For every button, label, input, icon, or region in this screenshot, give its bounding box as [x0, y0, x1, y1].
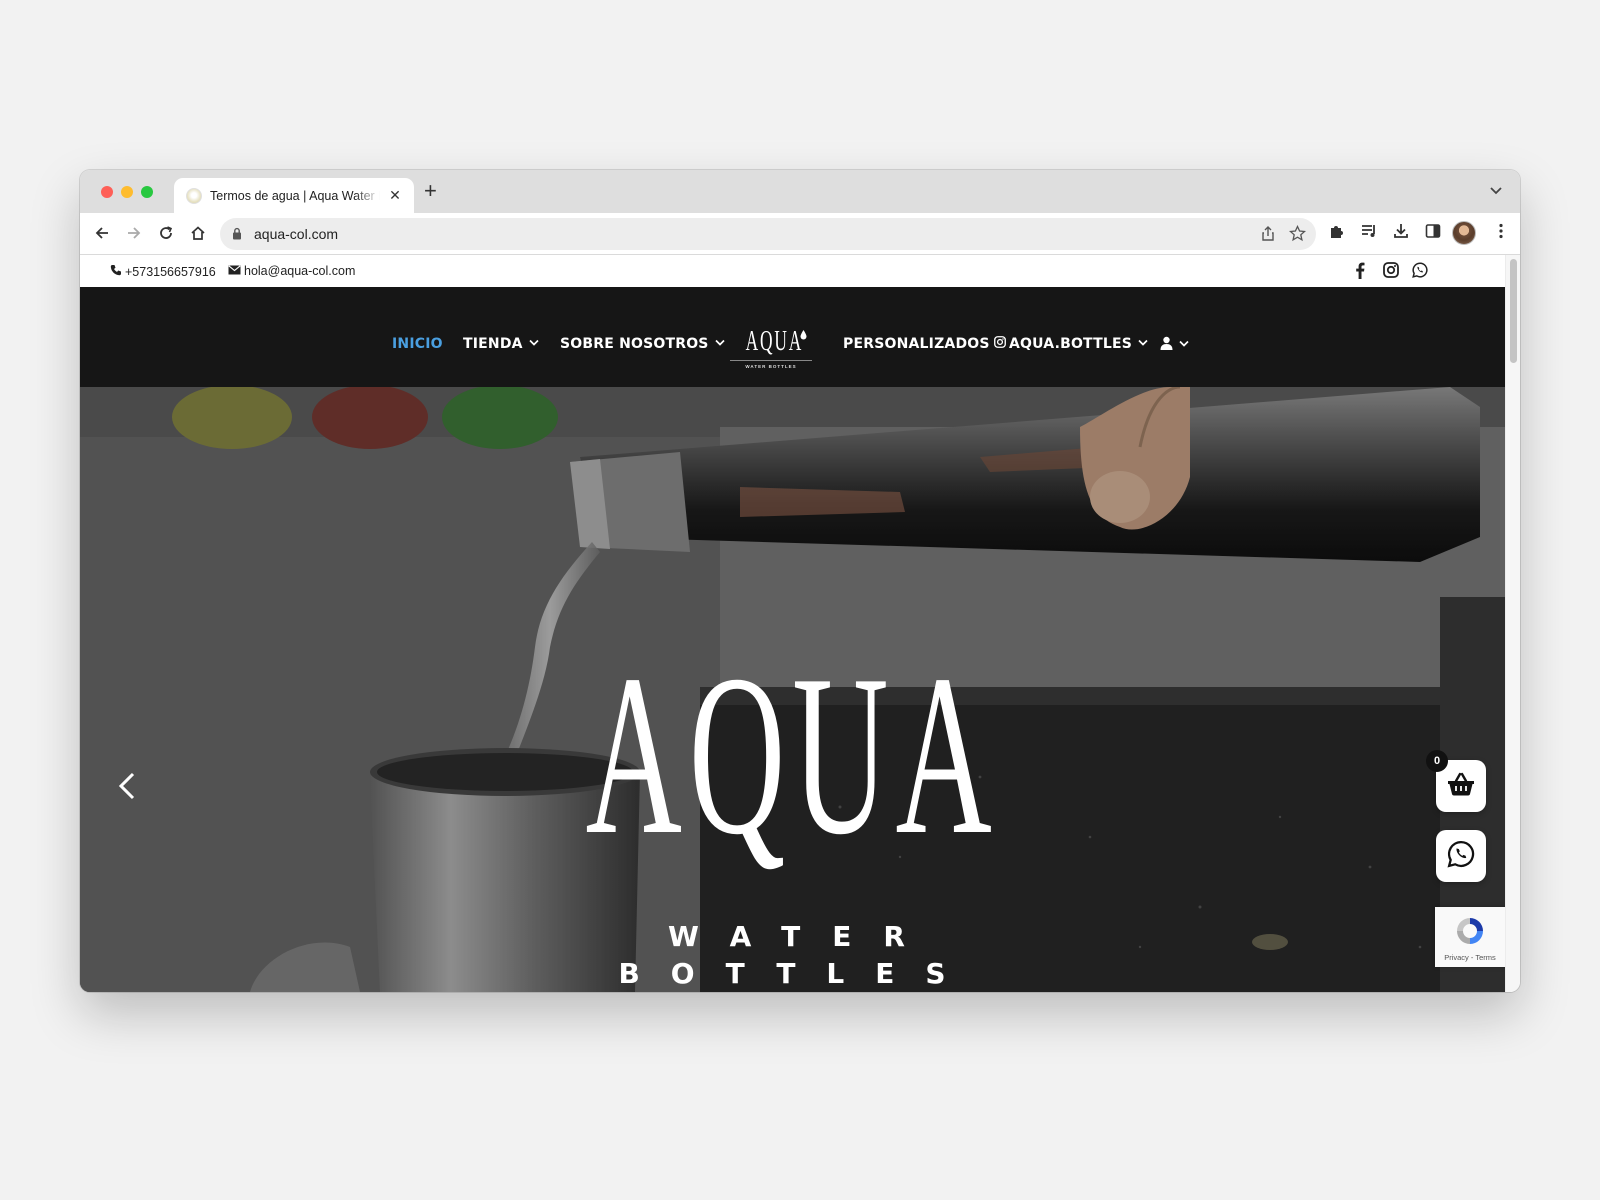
phone-icon — [110, 264, 122, 279]
nav-item-label: TIENDA — [463, 336, 523, 352]
logo-subtitle: WATER BOTTLES — [745, 364, 797, 369]
whatsapp-icon[interactable] — [1412, 262, 1428, 283]
nav-item-aqua-bottles[interactable]: AQUA.BOTTLES — [994, 336, 1148, 352]
download-icon[interactable] — [1392, 222, 1410, 245]
facebook-icon[interactable] — [1355, 262, 1365, 284]
hero-subtitle-line1: WATER — [668, 920, 937, 953]
shopping-basket-icon — [1447, 772, 1475, 801]
main-navigation: INICIO TIENDA SOBRE NOSOTROS AQUA WATER … — [80, 287, 1505, 387]
logo-divider — [730, 360, 812, 361]
contact-topbar: +573156657916 hola@aqua-col.com — [80, 255, 1505, 287]
nav-item-label: INICIO — [392, 336, 443, 352]
chevron-down-icon — [529, 339, 539, 349]
cart-count-badge: 0 — [1426, 750, 1448, 772]
close-window-button[interactable] — [101, 186, 113, 198]
tab-strip: Termos de agua | Aqua Water Bottles ✕ + — [80, 170, 1520, 213]
nav-item-sobre-nosotros[interactable]: SOBRE NOSOTROS — [560, 336, 725, 352]
envelope-icon — [228, 264, 241, 278]
browser-window: Termos de agua | Aqua Water Bottles ✕ + … — [80, 170, 1520, 992]
logo-wordmark: AQUA — [745, 326, 804, 357]
share-icon[interactable] — [1260, 225, 1276, 247]
browser-toolbar: aqua-col.com — [80, 213, 1520, 255]
nav-item-label: AQUA.BOTTLES — [1009, 336, 1133, 352]
recaptcha-badge[interactable]: Privacy - Terms — [1435, 907, 1505, 967]
browser-tab[interactable]: Termos de agua | Aqua Water Bottles ✕ — [174, 178, 414, 213]
chevron-down-icon — [1179, 340, 1189, 350]
back-icon[interactable] — [90, 221, 114, 245]
forward-icon[interactable] — [122, 221, 146, 245]
menu-kebab-icon[interactable] — [1498, 222, 1504, 245]
bookmark-star-icon[interactable] — [1288, 224, 1307, 247]
home-icon[interactable] — [186, 221, 210, 245]
hero-title: AQUA — [80, 627, 1505, 882]
tab-close-icon[interactable]: ✕ — [386, 187, 404, 204]
new-tab-button[interactable]: + — [424, 180, 437, 202]
tab-title: Termos de agua | Aqua Water Bottles — [210, 188, 380, 203]
account-menu[interactable] — [1160, 336, 1189, 354]
floating-whatsapp-button[interactable] — [1436, 830, 1486, 882]
chevron-down-icon — [714, 339, 725, 349]
lock-icon — [232, 227, 242, 245]
chevron-down-icon — [1138, 339, 1148, 349]
media-queue-icon[interactable] — [1360, 222, 1378, 245]
whatsapp-icon — [1447, 840, 1475, 873]
address-bar[interactable]: aqua-col.com — [220, 218, 1316, 250]
floating-cart-button[interactable]: 0 — [1426, 750, 1486, 812]
slider-prev-arrow-icon[interactable] — [118, 772, 136, 805]
nav-item-personalizados[interactable]: PERSONALIZADOS — [843, 336, 990, 352]
phone-contact[interactable]: +573156657916 — [110, 264, 216, 279]
side-panel-icon[interactable] — [1424, 222, 1442, 245]
email-address: hola@aqua-col.com — [244, 264, 356, 278]
favicon-icon — [186, 187, 202, 204]
extensions-puzzle-icon[interactable] — [1328, 222, 1346, 245]
hero-subtitle-line2: BOTTLES — [618, 957, 977, 990]
scrollbar-thumb[interactable] — [1510, 259, 1517, 363]
nav-item-label: PERSONALIZADOS — [843, 336, 990, 352]
profile-avatar[interactable] — [1452, 221, 1476, 245]
hero-title-text: AQUA — [585, 627, 1000, 882]
tab-search-chevron-icon[interactable] — [1490, 184, 1502, 198]
recaptcha-links[interactable]: Privacy - Terms — [1435, 953, 1505, 962]
email-contact[interactable]: hola@aqua-col.com — [228, 264, 355, 278]
minimize-window-button[interactable] — [121, 186, 133, 198]
hero-slider: AQUA WATER BOTTLES 0 Privacy - Terms — [80, 387, 1505, 992]
user-icon — [1160, 336, 1173, 354]
recaptcha-logo-icon — [1453, 915, 1487, 952]
site-logo[interactable]: AQUA WATER BOTTLES — [730, 327, 812, 379]
web-page: +573156657916 hola@aqua-col.com INICIO T… — [80, 255, 1505, 992]
maximize-window-button[interactable] — [141, 186, 153, 198]
url-text: aqua-col.com — [254, 226, 339, 242]
page-scrollbar[interactable] — [1505, 255, 1520, 992]
phone-number: +573156657916 — [125, 264, 216, 279]
instagram-icon — [994, 336, 1006, 352]
nav-item-inicio[interactable]: INICIO — [392, 336, 443, 352]
water-drop-icon — [800, 327, 807, 345]
reload-icon[interactable] — [154, 221, 178, 245]
instagram-icon[interactable] — [1383, 262, 1399, 283]
nav-item-label: SOBRE NOSOTROS — [560, 336, 709, 352]
nav-item-tienda[interactable]: TIENDA — [463, 336, 539, 352]
